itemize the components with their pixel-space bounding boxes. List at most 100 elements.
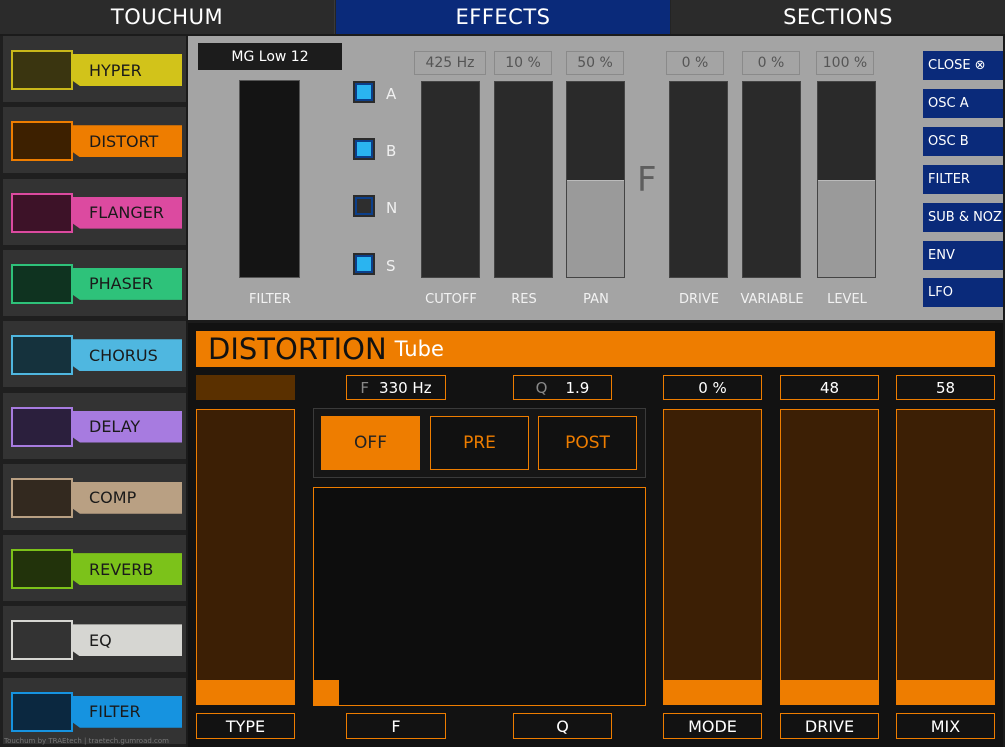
f-prefix: F: [360, 378, 370, 397]
mix-slider[interactable]: [896, 409, 995, 705]
sidebar-item-label: DISTORT: [71, 125, 182, 158]
mode-label: MODE: [663, 713, 762, 739]
route-n-label: N: [386, 199, 398, 217]
level-value-box: 100 %: [816, 51, 874, 75]
effect-swatch: [11, 263, 73, 304]
cutoff-slider[interactable]: [421, 81, 480, 278]
sidebar-item-label: REVERB: [71, 553, 182, 586]
sidebar-item-reverb[interactable]: REVERB: [3, 535, 186, 604]
section-osc-a-button[interactable]: OSC A: [923, 89, 1003, 118]
route-s-checkbox[interactable]: [353, 253, 375, 275]
effect-swatch: [11, 406, 73, 447]
effect-swatch: [11, 620, 73, 661]
drive-value-box: 0 %: [666, 51, 724, 75]
type-slider[interactable]: [196, 409, 295, 705]
effect-swatch: [11, 691, 73, 732]
route-n-checkbox[interactable]: [353, 195, 375, 217]
distortion-title: DISTORTION: [208, 332, 387, 366]
mix-value-box: 58: [896, 375, 995, 400]
f-label: F: [346, 713, 446, 739]
sidebar-item-distort[interactable]: DISTORT: [3, 107, 186, 176]
mode-post-button[interactable]: POST: [538, 416, 637, 470]
tab-sections[interactable]: SECTIONS: [671, 0, 1005, 34]
section-lfo-button[interactable]: LFO: [923, 278, 1003, 307]
f-value-box[interactable]: F 330 Hz: [346, 375, 446, 400]
mix-label: MIX: [896, 713, 995, 739]
sidebar-item-phaser[interactable]: PHASER: [3, 249, 186, 318]
f-value: 330 Hz: [379, 378, 432, 397]
q-prefix: Q: [535, 378, 548, 397]
section-filter-button[interactable]: FILTER: [923, 165, 1003, 194]
filter-preset-selector[interactable]: MG Low 12: [198, 43, 342, 70]
type-display: [196, 375, 295, 400]
fq-xy-pad[interactable]: [313, 487, 646, 706]
route-a-checkbox[interactable]: [353, 81, 375, 103]
cutoff-label: CUTOFF: [425, 292, 477, 307]
effect-swatch: [11, 549, 73, 590]
tab-effects[interactable]: EFFECTS: [336, 0, 670, 34]
credit-text: Touchum by TRAEtech | traetech.gumroad.c…: [4, 737, 169, 745]
pan-slider-fill: [567, 179, 624, 277]
drive-slider[interactable]: [780, 409, 879, 705]
section-osc-b-button[interactable]: OSC B: [923, 127, 1003, 156]
drive-slider[interactable]: [669, 81, 728, 278]
route-b-checkbox[interactable]: [353, 138, 375, 160]
route-b-label: B: [386, 142, 397, 160]
section-env-button[interactable]: ENV: [923, 241, 1003, 270]
sidebar-item-label: FILTER: [71, 695, 182, 728]
q-value-box[interactable]: Q 1.9: [513, 375, 612, 400]
sidebar-item-label: COMP: [71, 481, 182, 514]
pan-value-box: 50 %: [566, 51, 624, 75]
sidebar-item-eq[interactable]: EQ: [3, 606, 186, 675]
drive-label: DRIVE: [780, 713, 879, 739]
sidebar-item-filter[interactable]: FILTER: [3, 677, 186, 746]
sidebar-item-hyper[interactable]: HYPER: [3, 36, 186, 104]
drive-label: DRIVE: [679, 292, 719, 307]
mode-slider[interactable]: [663, 409, 762, 705]
level-slider[interactable]: [817, 81, 876, 278]
variable-value-box: 0 %: [742, 51, 800, 75]
filter-routing-letter: F: [637, 160, 657, 200]
pan-label: PAN: [583, 292, 609, 307]
sidebar-item-flanger[interactable]: FLANGER: [3, 178, 186, 247]
filter-label: FILTER: [249, 292, 291, 307]
sidebar-item-label: CHORUS: [71, 339, 182, 372]
q-value: 1.9: [565, 378, 590, 397]
sidebar-item-delay[interactable]: DELAY: [3, 392, 186, 461]
distortion-type-name: Tube: [394, 337, 444, 361]
filter-type-display[interactable]: [239, 80, 300, 278]
sidebar-item-label: HYPER: [71, 54, 182, 86]
q-label: Q: [513, 713, 612, 739]
sidebar-item-label: PHASER: [71, 267, 182, 300]
mode-off-button[interactable]: OFF: [321, 416, 420, 470]
type-label: TYPE: [196, 713, 295, 739]
effect-swatch: [11, 121, 73, 162]
res-value-box: 10 %: [494, 51, 552, 75]
variable-label: VARIABLE: [740, 292, 804, 307]
effect-swatch: [11, 477, 73, 518]
effect-swatch: [11, 192, 73, 233]
xy-pad-handle[interactable]: [314, 680, 339, 705]
distortion-title-bar: DISTORTION Tube: [196, 331, 995, 367]
mode-value-box: 0 %: [663, 375, 762, 400]
level-slider-fill: [818, 179, 875, 277]
cutoff-value-box: 425 Hz: [414, 51, 486, 75]
drive-value-box: 48: [780, 375, 879, 400]
section-close-button[interactable]: CLOSE ⊗: [923, 51, 1003, 80]
section-sub-noz-button[interactable]: SUB & NOZ: [923, 203, 1003, 232]
route-a-label: A: [386, 85, 397, 103]
sidebar-item-label: FLANGER: [71, 196, 182, 229]
effect-swatch: [11, 335, 73, 376]
mode-pre-button[interactable]: PRE: [430, 416, 529, 470]
level-label: LEVEL: [827, 292, 867, 307]
route-s-label: S: [386, 257, 396, 275]
sidebar-item-comp[interactable]: COMP: [3, 463, 186, 532]
effect-swatch: [11, 50, 73, 90]
sidebar-item-chorus[interactable]: CHORUS: [3, 321, 186, 390]
res-slider[interactable]: [494, 81, 553, 278]
sidebar-item-label: DELAY: [71, 410, 182, 443]
tab-touchum[interactable]: TOUCHUM: [0, 0, 335, 34]
pan-slider[interactable]: [566, 81, 625, 278]
sidebar-item-label: EQ: [71, 624, 182, 657]
variable-slider[interactable]: [742, 81, 801, 278]
